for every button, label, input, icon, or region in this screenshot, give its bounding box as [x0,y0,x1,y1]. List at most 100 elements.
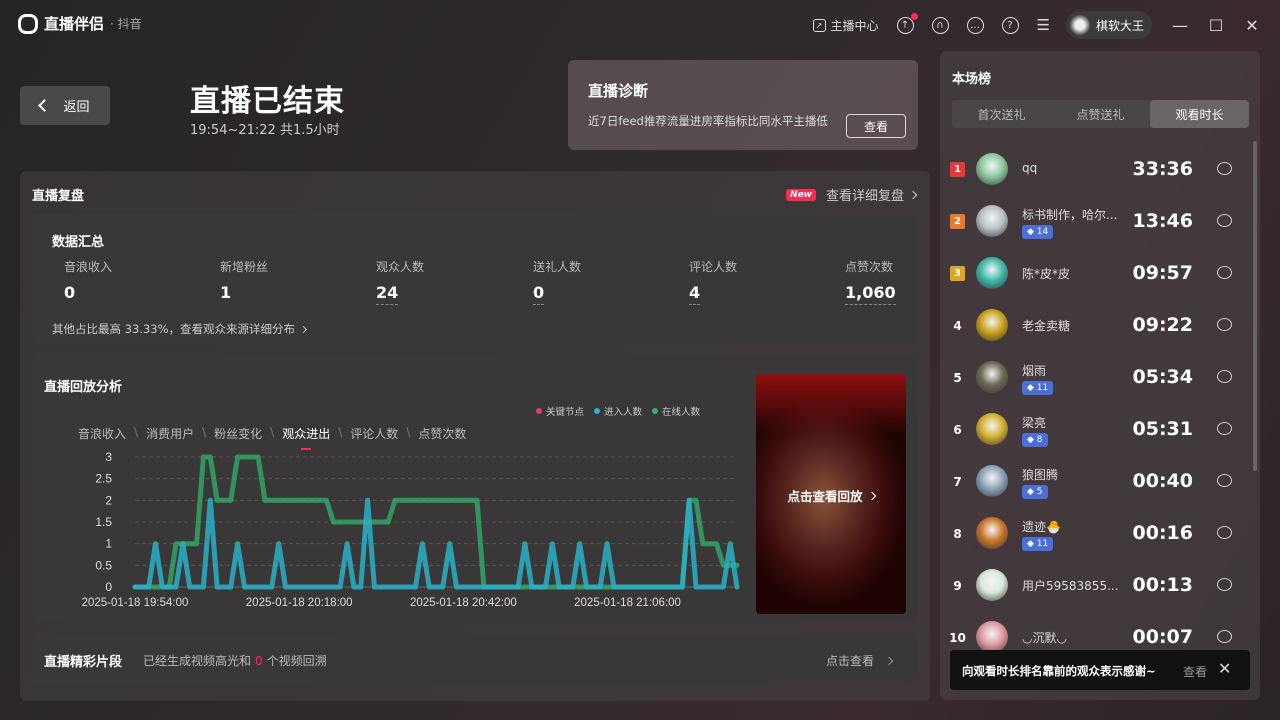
chat-icon[interactable] [1217,474,1232,487]
minimize-button[interactable]: — [1172,16,1188,35]
diagnosis-card: 直播诊断 近7日feed推荐流量进房率指标比同水平主播低 查看 [568,60,918,150]
back-button[interactable]: 返回 [20,86,110,125]
help-icon: ? [1001,16,1019,34]
y-tick-label: 2 [105,493,112,507]
ranking-row[interactable]: 7 狼图腾 ◆ 5 00:40 [940,456,1250,508]
ranking-title: 本场榜 [952,72,992,87]
tab-paying-users[interactable]: 消费用户 [146,425,194,442]
chart-icon: ↗ [812,18,826,32]
chat-icon[interactable] [1217,266,1232,279]
tab-first-gift[interactable]: 首次送礼 [952,100,1051,128]
message-button[interactable]: … [966,16,984,34]
page-title: 直播已结束 [190,84,345,119]
tab-separator: \ [338,425,343,439]
close-icon[interactable]: ✕ [1218,659,1231,678]
headset-icon: ∩ [931,16,949,34]
stat-likes[interactable]: 点赞次数 1,060 [845,258,896,305]
highlights-view-link[interactable]: 点击查看 [826,652,894,669]
toast-text: 向观看时长排名靠前的观众表示感谢~ [962,664,1156,678]
tab-watch-time[interactable]: 观看时长 [1150,100,1249,128]
tab-gift-income[interactable]: 音浪收入 [78,425,126,442]
ranking-row[interactable]: 5 烟雨 ◆ 11 05:34 [940,352,1250,404]
y-tick-label: 2.5 [95,472,112,486]
legend-online: 在线人数 [652,404,700,418]
tab-separator: \ [134,425,139,439]
replay-video-thumbnail[interactable]: 点击查看回放 [756,374,906,614]
toast-view-link[interactable]: 查看 [1183,663,1207,680]
x-tick-label: 2025-01-18 20:18:00 [246,597,353,609]
close-button[interactable]: ✕ [1244,16,1260,35]
tab-fans-change[interactable]: 粉丝变化 [214,425,262,442]
thanks-toast: 向观看时长排名靠前的观众表示感谢~ 查看 ✕ [950,650,1250,690]
viewer-name: 标书制作，哈尔... [1022,208,1118,222]
avatar [976,205,1008,237]
tab-commenters[interactable]: 评论人数 [350,425,398,442]
tab-likes[interactable]: 点赞次数 [418,425,466,442]
user-profile[interactable]: 棋软大王 [1065,11,1152,39]
tab-viewer-flow[interactable]: 观众进出 [282,425,330,442]
detail-replay-link[interactable]: New 查看详细复盘 [786,185,918,204]
ranking-row[interactable]: 8 遗迹🐣 ◆ 11 00:16 [940,508,1250,560]
chat-icon[interactable] [1217,162,1232,175]
chat-icon[interactable] [1217,318,1232,331]
watch-time: 13:46 [1132,210,1193,232]
avatar [976,517,1008,549]
viewer-source-link[interactable]: 其他占比最高 33.33%，查看观众来源详细分布 [52,321,308,337]
chat-icon[interactable] [1217,526,1232,539]
ranking-row[interactable]: 4 老金卖糖 09:22 [940,300,1250,352]
upload-button[interactable]: ↑ [896,12,918,34]
app-logo: 直播伴侣 · 抖音 [18,13,142,34]
stat-commenters[interactable]: 评论人数 4 [689,258,737,305]
viewer-name: qq [1022,161,1038,175]
user-name: 棋软大王 [1095,18,1144,33]
app-name: 直播伴侣 [44,15,105,33]
help-button[interactable]: ? [1001,16,1019,34]
chat-icon[interactable] [1217,422,1232,435]
ranking-row[interactable]: 2 标书制作，哈尔... ◆ 14 13:46 [940,196,1250,248]
support-button[interactable]: ∩ [931,16,949,34]
scrollbar[interactable] [1253,141,1257,471]
viewer-name: 梁亮 [1022,416,1047,430]
y-tick-label: 1 [105,537,112,551]
watch-time: 00:07 [1132,626,1193,648]
watch-replay-label: 点击查看回放 [756,486,906,505]
ranking-row[interactable]: 1 qq 33:36 [940,144,1250,196]
diagnosis-text: 近7日feed推荐流量进房率指标比同水平主播低 [588,114,828,128]
data-summary-card: 数据汇总 音浪收入 0 新增粉丝 1 观众人数 24 送礼人数 0 评论人数 4 [32,214,918,344]
fan-level-badge: ◆ 11 [1022,537,1054,551]
menu-button[interactable]: ☰ [1037,16,1050,34]
chat-icon[interactable] [1217,578,1232,591]
viewer-name: ◡沉默◡ [1022,631,1067,645]
stat-viewers[interactable]: 观众人数 24 [376,258,424,305]
tab-like-gift[interactable]: 点赞送礼 [1051,100,1150,128]
ranking-row[interactable]: 9 用户59583855... 00:13 [940,560,1250,612]
diagnosis-title: 直播诊断 [588,82,649,100]
ranking-row[interactable]: 3 陈*皮*皮 09:57 [940,248,1250,300]
y-tick-label: 3 [105,450,112,464]
anchor-center-button[interactable]: ↗ 主播中心 [812,17,879,34]
diagnosis-view-button[interactable]: 查看 [846,114,906,138]
avatar [976,621,1008,653]
chat-icon[interactable] [1217,630,1232,643]
legend-key-node: 关键节点 [536,404,584,418]
chart-legend: 关键节点 进入人数 在线人数 [526,404,700,418]
stat-gift-income: 音浪收入 0 [64,260,113,302]
chat-icon[interactable] [1217,214,1232,227]
chevron-right-icon [908,190,918,199]
rank-number: 9 [953,578,962,593]
tab-separator: \ [270,425,275,439]
x-tick-label: 2025-01-18 20:42:00 [410,597,517,609]
rank-number: 6 [953,422,962,437]
viewer-name: 烟雨 [1022,364,1047,378]
rank-number: 5 [953,370,962,385]
avatar [976,153,1008,185]
x-tick-label: 2025-01-18 19:54:00 [82,597,189,609]
chat-icon[interactable] [1217,370,1232,383]
watch-time: 05:34 [1132,366,1193,388]
fan-level-badge: ◆ 8 [1022,433,1048,447]
watch-time: 00:40 [1132,470,1193,492]
maximize-button[interactable]: ☐ [1208,16,1224,35]
avatar [976,465,1008,497]
stat-gifters[interactable]: 送礼人数 0 [533,258,581,305]
ranking-row[interactable]: 6 梁亮 ◆ 8 05:31 [940,404,1250,456]
